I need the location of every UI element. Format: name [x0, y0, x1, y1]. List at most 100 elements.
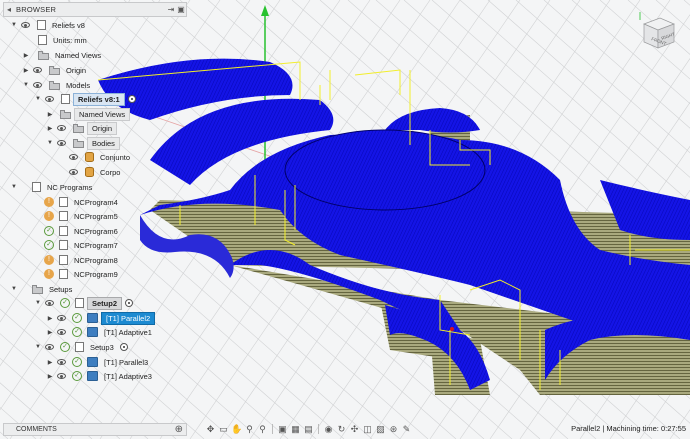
toolpath-display-icon[interactable]: ✣ [349, 424, 360, 435]
eye-icon[interactable] [44, 95, 56, 103]
tree-item-label: NCProgram7 [74, 240, 118, 250]
tree-item-label: [T1] Adaptive1 [104, 327, 152, 337]
tree-item-ncprogram7[interactable]: ✓ NCProgram7 [42, 238, 121, 252]
folder-icon [60, 109, 71, 119]
folder-icon [49, 65, 60, 75]
section-icon[interactable]: ◫ [362, 424, 373, 435]
tree-item-units[interactable]: Units: mm [22, 33, 90, 47]
collapse-icon[interactable]: ◂ [4, 5, 14, 14]
tree-item-bodies[interactable]: ▼ Bodies [46, 136, 120, 150]
tree-item-setup2[interactable]: ▼ ✓ Setup2 [34, 296, 134, 310]
tree-item-models[interactable]: ▼ Models [22, 78, 93, 92]
folder-icon [38, 50, 49, 60]
activate-radio-icon[interactable] [119, 343, 128, 351]
activate-radio-icon[interactable] [125, 299, 134, 307]
eye-icon[interactable] [32, 81, 44, 89]
tree-item-label: Reliefs v8:1 [73, 92, 125, 106]
tree-item-named-views[interactable]: ▶ Named Views [22, 48, 104, 62]
expand-arrow-icon[interactable]: ▶ [22, 67, 30, 74]
tree-item-adaptive1[interactable]: ▶ ✓ [T1] Adaptive1 [46, 325, 155, 339]
tree-item-parallel3[interactable]: ▶ ✓ [T1] Parallel3 [46, 355, 151, 369]
add-comment-icon[interactable]: ⊕ [175, 424, 183, 435]
eye-icon[interactable] [44, 299, 56, 307]
tree-item-setups[interactable]: ▼ Setups [10, 282, 75, 296]
expand-arrow-icon[interactable]: ▼ [46, 140, 54, 146]
look-at-icon[interactable]: ▭ [218, 424, 229, 435]
tree-item-ncprogram5[interactable]: ! NCProgram5 [42, 209, 121, 223]
simulate-icon[interactable]: ◉ [323, 424, 334, 435]
tree-item-label: [T1] Parallel3 [104, 357, 149, 367]
expand-arrow-icon[interactable]: ▶ [46, 329, 54, 336]
grid-settings-icon[interactable]: ▦ [290, 424, 301, 435]
eye-icon[interactable] [56, 328, 68, 336]
expand-arrow-icon[interactable]: ▼ [34, 300, 42, 306]
expand-arrow-icon[interactable]: ▶ [46, 111, 54, 118]
tree-item-origin-2[interactable]: ▶ Origin [46, 121, 118, 135]
eye-icon[interactable] [56, 124, 68, 132]
tree-item-label: NC Programs [47, 182, 93, 192]
tool-icon [87, 327, 98, 337]
tree-item-nc-programs[interactable]: ▼ NC Programs [10, 180, 95, 194]
expand-arrow-icon[interactable]: ▼ [34, 96, 42, 102]
comments-label: COMMENTS [16, 426, 57, 433]
tree-item-named-views-2[interactable]: ▶ Named Views [46, 107, 131, 121]
pin-icon[interactable]: ⇥ [166, 5, 176, 14]
expand-arrow-icon[interactable]: ▶ [46, 315, 54, 322]
tree-item-ncprogram6[interactable]: ✓ NCProgram6 [42, 224, 121, 238]
nc-program-icon [59, 255, 68, 265]
eye-icon[interactable] [56, 358, 68, 366]
tree-item-parallel2[interactable]: ▶ ✓ [T1] Parallel2 [46, 311, 156, 325]
expand-arrow-icon[interactable]: ▶ [46, 359, 54, 366]
tool-position-marker [450, 327, 454, 331]
orbit-icon[interactable]: ✥ [205, 424, 216, 435]
comments-panel[interactable]: COMMENTS ⊕ [3, 423, 187, 436]
activate-radio-icon[interactable] [127, 95, 136, 103]
browser-panel-header[interactable]: ◂ BROWSER ⇥ ▣ [3, 2, 187, 17]
eye-icon[interactable] [44, 343, 56, 351]
edit-icon[interactable]: ✎ [401, 424, 412, 435]
expand-arrow-icon[interactable]: ▶ [46, 373, 54, 380]
tree-item-root[interactable]: ▼ Reliefs v8 [10, 18, 88, 32]
zoom-window-icon[interactable]: ⚲ [257, 424, 268, 435]
tree-item-origin[interactable]: ▶ Origin [22, 63, 89, 77]
expand-arrow-icon[interactable]: ▼ [10, 22, 18, 28]
body-icon [85, 152, 94, 162]
tree-item-ncprogram4[interactable]: ! NCProgram4 [42, 195, 121, 209]
eye-icon[interactable] [68, 168, 80, 176]
tree-item-label: Setup2 [87, 296, 123, 310]
pan-icon[interactable]: ✋ [231, 424, 242, 435]
setup-icon [75, 298, 84, 308]
eye-icon[interactable] [20, 21, 32, 29]
expand-arrow-icon[interactable]: ▶ [46, 125, 54, 132]
eye-icon[interactable] [32, 66, 44, 74]
expand-arrow-icon[interactable]: ▼ [10, 184, 18, 190]
tree-item-ncprogram8[interactable]: ! NCProgram8 [42, 253, 121, 267]
viewcube[interactable]: FRONT RIGHT [636, 10, 680, 54]
expand-arrow-icon[interactable]: ▼ [10, 286, 18, 292]
viewports-icon[interactable]: ▤ [303, 424, 314, 435]
eye-icon[interactable] [56, 314, 68, 322]
expand-arrow-icon[interactable]: ▼ [22, 82, 30, 88]
eye-icon[interactable] [56, 139, 68, 147]
eye-icon[interactable] [68, 153, 80, 161]
tree-item-ncprogram9[interactable]: ! NCProgram9 [42, 267, 121, 281]
close-icon[interactable]: ▣ [176, 5, 186, 14]
zoom-icon[interactable]: ⚲ [244, 424, 255, 435]
eye-icon[interactable] [56, 372, 68, 380]
check-icon: ✓ [44, 240, 54, 250]
tree-item-body-corpo[interactable]: Corpo [58, 165, 123, 179]
tree-item-body-conjunto[interactable]: Conjunto [58, 150, 133, 164]
tool-icon [87, 371, 98, 381]
tree-item-component[interactable]: ▼ Reliefs v8:1 [34, 92, 136, 106]
tree-item-label: [T1] Parallel2 [101, 311, 156, 325]
expand-arrow-icon[interactable]: ▶ [22, 52, 30, 59]
rotate-icon[interactable]: ↻ [336, 424, 347, 435]
display-settings-icon[interactable]: ▣ [277, 424, 288, 435]
expand-arrow-icon[interactable]: ▼ [34, 344, 42, 350]
collision-icon[interactable]: ⊛ [388, 424, 399, 435]
tree-item-adaptive3[interactable]: ▶ ✓ [T1] Adaptive3 [46, 369, 155, 383]
setup-icon [75, 342, 84, 352]
tree-item-label: Setups [49, 284, 73, 294]
stock-icon[interactable]: ▧ [375, 424, 386, 435]
tree-item-setup3[interactable]: ▼ ✓ Setup3 [34, 340, 128, 354]
